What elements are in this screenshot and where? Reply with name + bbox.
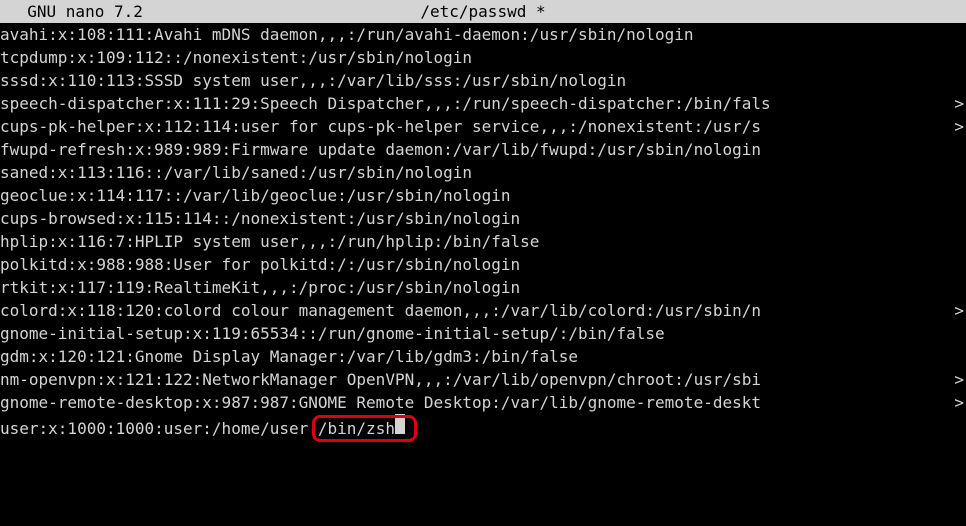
truncate-indicator: >: [954, 368, 964, 391]
file-line-text: gnome-initial-setup:x:119:65534::/run/gn…: [0, 324, 665, 343]
file-line-text: saned:x:113:116::/var/lib/saned:/usr/sbi…: [0, 163, 472, 182]
file-line[interactable]: gdm:x:120:121:Gnome Display Manager:/var…: [0, 345, 966, 368]
editor-content[interactable]: avahi:x:108:111:Avahi mDNS daemon,,,:/ru…: [0, 23, 966, 440]
file-line-cursor[interactable]: user:x:1000:1000:user:/home/user:/bin/zs…: [0, 414, 966, 440]
file-line-text: avahi:x:108:111:Avahi mDNS daemon,,,:/ru…: [0, 25, 694, 44]
file-line[interactable]: rtkit:x:117:119:RealtimeKit,,,:/proc:/us…: [0, 276, 966, 299]
file-line-text: gdm:x:120:121:Gnome Display Manager:/var…: [0, 347, 578, 366]
file-line[interactable]: gnome-initial-setup:x:119:65534::/run/gn…: [0, 322, 966, 345]
file-line[interactable]: nm-openvpn:x:121:122:NetworkManager Open…: [0, 368, 966, 391]
file-line[interactable]: tcpdump:x:109:112::/nonexistent:/usr/sbi…: [0, 46, 966, 69]
file-line[interactable]: colord:x:118:120:colord colour managemen…: [0, 299, 966, 322]
file-line-text: colord:x:118:120:colord colour managemen…: [0, 301, 761, 320]
file-line[interactable]: speech-dispatcher:x:111:29:Speech Dispat…: [0, 92, 966, 115]
truncate-indicator: >: [954, 92, 964, 115]
title-bar: GNU nano 7.2 /etc/passwd *: [0, 0, 966, 23]
file-line-text: geoclue:x:114:117::/var/lib/geoclue:/usr…: [0, 186, 511, 205]
editor-filename: /etc/passwd *: [0, 0, 966, 23]
file-line-text: cups-browsed:x:115:114::/nonexistent:/us…: [0, 209, 520, 228]
file-line-text: cups-pk-helper:x:112:114:user for cups-p…: [0, 117, 761, 136]
file-line[interactable]: sssd:x:110:113:SSSD system user,,,:/var/…: [0, 69, 966, 92]
file-line-text: tcpdump:x:109:112::/nonexistent:/usr/sbi…: [0, 48, 472, 67]
file-line[interactable]: fwupd-refresh:x:989:989:Firmware update …: [0, 138, 966, 161]
file-line[interactable]: saned:x:113:116::/var/lib/saned:/usr/sbi…: [0, 161, 966, 184]
file-line[interactable]: avahi:x:108:111:Avahi mDNS daemon,,,:/ru…: [0, 23, 966, 46]
file-line-text: rtkit:x:117:119:RealtimeKit,,,:/proc:/us…: [0, 278, 520, 297]
file-line-text: hplip:x:116:7:HPLIP system user,,,:/run/…: [0, 232, 539, 251]
cursor-line-shell-path: /bin/zsh: [318, 419, 395, 438]
file-line-text: nm-openvpn:x:121:122:NetworkManager Open…: [0, 370, 761, 389]
file-line[interactable]: cups-pk-helper:x:112:114:user for cups-p…: [0, 115, 966, 138]
cursor-line-prefix: user:x:1000:1000:user:/home/user:: [0, 419, 318, 438]
file-line-text: speech-dispatcher:x:111:29:Speech Dispat…: [0, 94, 771, 113]
file-line[interactable]: polkitd:x:988:988:User for polkitd:/:/us…: [0, 253, 966, 276]
text-cursor: [395, 414, 405, 434]
file-line[interactable]: hplip:x:116:7:HPLIP system user,,,:/run/…: [0, 230, 966, 253]
file-line-text: sssd:x:110:113:SSSD system user,,,:/var/…: [0, 71, 626, 90]
file-line[interactable]: cups-browsed:x:115:114::/nonexistent:/us…: [0, 207, 966, 230]
truncate-indicator: >: [954, 391, 964, 414]
file-line[interactable]: gnome-remote-desktop:x:987:987:GNOME Rem…: [0, 391, 966, 414]
truncate-indicator: >: [954, 299, 964, 322]
file-line-text: polkitd:x:988:988:User for polkitd:/:/us…: [0, 255, 520, 274]
truncate-indicator: >: [954, 115, 964, 138]
file-line-text: fwupd-refresh:x:989:989:Firmware update …: [0, 140, 761, 159]
file-line[interactable]: geoclue:x:114:117::/var/lib/geoclue:/usr…: [0, 184, 966, 207]
file-line-text: gnome-remote-desktop:x:987:987:GNOME Rem…: [0, 393, 761, 412]
